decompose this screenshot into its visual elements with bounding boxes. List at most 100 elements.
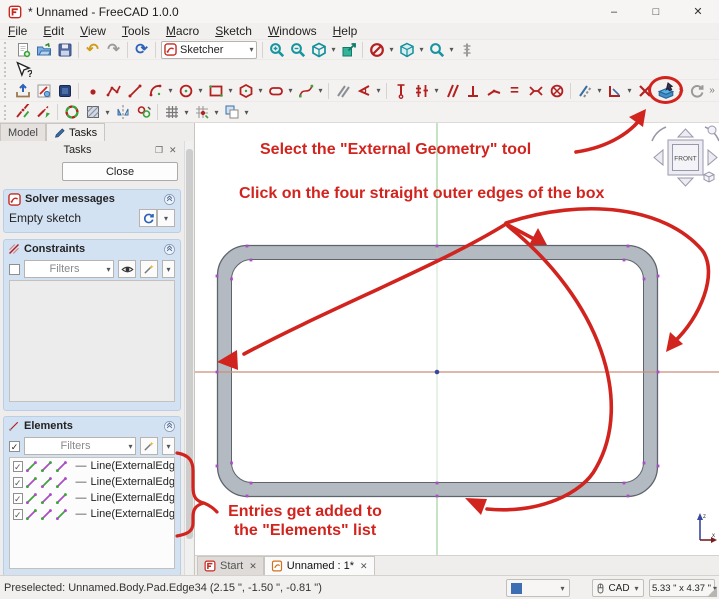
tab-start[interactable]: Start ✕ [197, 556, 264, 576]
constrain-distance-button[interactable] [391, 81, 410, 100]
mirror-sketch-button[interactable] [113, 103, 132, 122]
elements-settings-button[interactable] [140, 437, 158, 455]
constrain-equal-button[interactable]: = [505, 81, 524, 100]
undo-button[interactable]: ↶ [83, 40, 102, 59]
panel-scrollbar[interactable] [184, 141, 193, 575]
save-document-button[interactable] [55, 40, 74, 59]
element-list-item[interactable]: ✓ — Line(ExternalEdge1#I [10, 458, 174, 474]
constraints-settings-dropdown[interactable]: ▾ [162, 260, 175, 278]
collapse-icon[interactable] [163, 193, 176, 206]
clone-button[interactable] [134, 103, 153, 122]
menu-file[interactable]: File [0, 23, 35, 39]
chevron-down-icon[interactable]: ▾ [256, 81, 265, 100]
elements-settings-dropdown[interactable]: ▾ [162, 437, 175, 455]
toggle-construction-button[interactable] [575, 81, 594, 100]
menu-tools[interactable]: Tools [114, 23, 158, 39]
zoom-tools-button[interactable] [427, 40, 446, 59]
chevron-down-icon[interactable]: ▾ [632, 579, 641, 598]
menu-macro[interactable]: Macro [158, 23, 207, 39]
create-polyline-button[interactable] [104, 81, 123, 100]
carbon-copy-button[interactable] [687, 81, 706, 100]
navigation-style-selector[interactable]: CAD ▾ [592, 579, 644, 597]
box-zoom-button[interactable] [339, 40, 358, 59]
chevron-down-icon[interactable]: ▾ [247, 40, 256, 59]
chevron-down-icon[interactable]: ▾ [226, 81, 235, 100]
create-circle-button[interactable] [176, 81, 195, 100]
menu-windows[interactable]: Windows [260, 23, 325, 39]
dimension-tool-button[interactable] [605, 81, 624, 100]
element-checkbox[interactable]: ✓ [13, 461, 23, 472]
chevron-down-icon[interactable]: ▾ [242, 103, 251, 122]
constraints-settings-button[interactable] [140, 260, 158, 278]
close-icon[interactable]: ✕ [247, 561, 257, 572]
create-polygon-button[interactable] [236, 81, 255, 100]
create-face-button[interactable] [83, 103, 102, 122]
show-constraints-button[interactable] [118, 260, 136, 278]
menu-view[interactable]: View [72, 23, 114, 39]
tab-tasks[interactable]: Tasks [46, 123, 105, 141]
float-panel-icon[interactable]: ❐ [155, 145, 169, 156]
chevron-down-icon[interactable]: ▾ [447, 40, 456, 59]
unit-system-selector[interactable]: ▾ [506, 579, 570, 597]
close-button[interactable]: ✕ [677, 0, 719, 23]
menu-help[interactable]: Help [325, 23, 366, 39]
toggle-grid-button[interactable] [162, 103, 181, 122]
constraints-list[interactable] [9, 280, 175, 402]
refresh-button[interactable]: ⟳ [132, 40, 151, 59]
chevron-down-icon[interactable]: ▾ [387, 40, 396, 59]
view-dimension-selector[interactable]: 5.33 " x 4.37 " ▾ [649, 579, 715, 597]
zoom-in-button[interactable] [267, 40, 286, 59]
tab-model[interactable]: Model [0, 123, 46, 141]
toggle-construction-geometry-button[interactable] [62, 103, 81, 122]
tab-unnamed-document[interactable]: Unnamed : 1* ✕ [264, 556, 375, 576]
render-order-button[interactable] [222, 103, 241, 122]
collapse-icon[interactable] [163, 243, 176, 256]
chevron-down-icon[interactable]: ▾ [196, 81, 205, 100]
chevron-down-icon[interactable]: ▾ [286, 81, 295, 100]
extend-edge-button[interactable] [34, 103, 53, 122]
split-edge-button[interactable] [13, 103, 32, 122]
constrain-parallel-button[interactable] [442, 81, 461, 100]
draw-style-button[interactable] [367, 40, 386, 59]
constrain-block-button[interactable] [547, 81, 566, 100]
construction-lines-button[interactable] [333, 81, 352, 100]
create-rectangle-button[interactable] [206, 81, 225, 100]
fit-all-button[interactable] [309, 40, 328, 59]
elements-filter-combo[interactable]: Filters ▾ [24, 437, 136, 455]
menu-edit[interactable]: Edit [35, 23, 72, 39]
view-sketch-button[interactable] [34, 81, 53, 100]
constraints-filter-checkbox[interactable] [9, 264, 20, 275]
external-geometry-button[interactable] [656, 81, 675, 100]
minimize-button[interactable]: – [593, 0, 635, 23]
chevron-down-icon[interactable]: ▾ [166, 81, 175, 100]
nav-cube-front-label[interactable]: FRONT [674, 156, 696, 163]
create-bspline-button[interactable] [296, 81, 315, 100]
chevron-down-icon[interactable]: ▾ [625, 81, 634, 100]
toolbar-grip[interactable] [4, 62, 9, 77]
chevron-down-icon[interactable]: ▾ [126, 437, 135, 456]
create-arc-button[interactable] [146, 81, 165, 100]
create-line-button[interactable] [125, 81, 144, 100]
chevron-down-icon[interactable]: ▾ [432, 81, 441, 100]
leave-sketch-button[interactable] [13, 81, 32, 100]
chevron-down-icon[interactable]: ▾ [212, 103, 221, 122]
element-checkbox[interactable]: ✓ [13, 477, 23, 488]
isometric-view-button[interactable] [397, 40, 416, 59]
whats-this-button[interactable]: ? [13, 60, 32, 79]
create-slot-button[interactable] [266, 81, 285, 100]
panel-close-icon[interactable]: ✕ [169, 145, 183, 156]
element-list-item[interactable]: ✓ — Line(ExternalEdge2#I [10, 474, 174, 490]
toolbar-overflow-icon[interactable]: » [707, 85, 717, 96]
origin-point[interactable] [435, 370, 440, 375]
auto-update-button[interactable] [139, 209, 157, 227]
collapse-icon[interactable] [163, 420, 176, 433]
chevron-down-icon[interactable]: ▾ [417, 40, 426, 59]
create-point-button[interactable] [83, 81, 102, 100]
menu-sketch[interactable]: Sketch [207, 23, 260, 39]
constrain-perpendicular-button[interactable] [463, 81, 482, 100]
close-icon[interactable]: ✕ [358, 561, 368, 572]
scrollbar-thumb[interactable] [186, 149, 193, 539]
toolbar-grip[interactable] [4, 42, 9, 57]
constrain-symmetric-button[interactable] [526, 81, 545, 100]
open-document-button[interactable] [34, 40, 53, 59]
